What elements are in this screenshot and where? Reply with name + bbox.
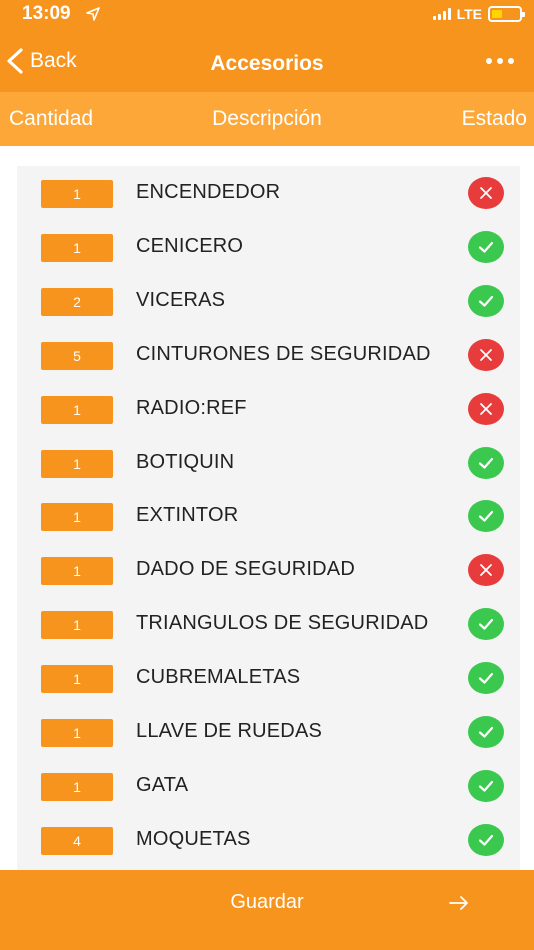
item-description: LLAVE DE RUEDAS <box>136 720 323 742</box>
close-icon <box>477 561 495 579</box>
status-toggle[interactable] <box>468 392 504 425</box>
arrow-right-icon <box>449 896 468 910</box>
quantity-badge[interactable]: 1 <box>41 503 113 532</box>
list-item[interactable]: 4 MOQUETAS <box>17 813 520 867</box>
list-item[interactable]: 1 DADO DE SEGURIDAD <box>17 543 520 597</box>
quantity-badge[interactable]: 1 <box>41 611 113 640</box>
status-toggle[interactable] <box>468 338 504 371</box>
close-icon <box>477 400 495 418</box>
item-description: VICERAS <box>136 288 226 311</box>
back-label: Back <box>30 49 77 72</box>
status-indicators: LTE <box>432 6 525 22</box>
item-description: CENICERO <box>136 234 244 257</box>
status-toggle[interactable] <box>468 823 504 856</box>
column-status: Estado <box>461 107 527 130</box>
quantity-badge[interactable]: 1 <box>41 449 113 478</box>
network-type: LTE <box>456 6 482 22</box>
item-description: CINTURONES DE SEGURIDAD <box>136 342 431 365</box>
check-icon <box>477 723 495 741</box>
quantity-badge[interactable]: 1 <box>41 557 113 586</box>
column-header: Cantidad Descripción Estado <box>0 92 534 146</box>
quantity-badge[interactable]: 1 <box>41 719 113 747</box>
status-toggle[interactable] <box>468 177 504 209</box>
status-toggle[interactable] <box>468 500 504 533</box>
list-item[interactable]: 1 LLAVE DE RUEDAS <box>17 705 520 759</box>
item-description: TRIANGULOS DE SEGURIDAD <box>136 612 429 635</box>
item-description: CUBREMALETAS <box>136 666 301 689</box>
check-icon <box>477 507 495 525</box>
list-item[interactable]: 1 TRIANGULOS DE SEGURIDAD <box>17 597 520 651</box>
list-item[interactable]: 1 EXTINTOR <box>17 489 520 543</box>
check-icon <box>477 292 495 310</box>
quantity-badge[interactable]: 1 <box>41 395 113 424</box>
list-item[interactable]: 1 RADIO:REF <box>17 382 520 436</box>
list-item[interactable]: 2 VICERAS <box>17 274 520 328</box>
quantity-badge[interactable]: 1 <box>41 180 113 208</box>
quantity-badge[interactable]: 1 <box>41 772 113 801</box>
close-icon <box>477 184 495 202</box>
more-options-button[interactable] <box>486 58 514 64</box>
more-horizontal-icon <box>486 58 492 64</box>
list-item[interactable]: 1 CUBREMALETAS <box>17 651 520 705</box>
status-toggle[interactable] <box>468 446 504 479</box>
signal-icon <box>432 8 451 20</box>
check-icon <box>477 777 495 795</box>
list-item[interactable]: 5 CINTURONES DE SEGURIDAD <box>17 328 520 382</box>
list-item[interactable]: 1 BOTIQUIN <box>17 436 520 490</box>
item-description: EXTINTOR <box>136 504 239 527</box>
check-icon <box>477 454 495 472</box>
item-description: MOQUETAS <box>136 827 251 850</box>
list-item[interactable]: 1 GATA <box>17 759 520 813</box>
status-toggle[interactable] <box>468 284 504 317</box>
list-item[interactable]: 1 CENICERO <box>17 220 520 274</box>
item-description: BOTIQUIN <box>136 450 235 473</box>
battery-icon <box>488 6 525 22</box>
quantity-badge[interactable]: 4 <box>41 826 113 855</box>
check-icon <box>477 238 495 256</box>
status-bar: 13:09 LTE <box>0 0 534 30</box>
check-icon <box>477 831 495 849</box>
chevron-left-icon <box>7 48 23 74</box>
status-toggle[interactable] <box>468 662 504 695</box>
item-description: RADIO:REF <box>136 396 247 419</box>
item-description: ENCENDEDOR <box>136 181 281 203</box>
status-toggle[interactable] <box>468 230 504 263</box>
quantity-badge[interactable]: 5 <box>41 341 113 370</box>
close-icon <box>477 346 495 364</box>
column-description: Descripción <box>212 107 322 130</box>
list-item[interactable]: 1 ENCENDEDOR <box>17 166 520 220</box>
quantity-badge[interactable]: 1 <box>41 233 113 262</box>
status-time: 13:09 <box>22 3 71 24</box>
accessories-list: 1 ENCENDEDOR 1 CENICERO 2 VICERAS 5 CINTURONES … <box>17 166 520 870</box>
status-toggle[interactable] <box>468 608 504 641</box>
quantity-badge[interactable]: 2 <box>41 287 113 316</box>
status-toggle[interactable] <box>468 769 504 802</box>
page-title: Accesorios <box>210 52 324 75</box>
navigation-bar: Back Accesorios <box>0 30 534 92</box>
check-icon <box>477 669 495 687</box>
status-toggle[interactable] <box>468 554 504 587</box>
quantity-badge[interactable]: 1 <box>41 665 113 694</box>
check-icon <box>477 615 495 633</box>
save-button[interactable]: Guardar <box>0 870 534 950</box>
item-description: DADO DE SEGURIDAD <box>136 558 355 581</box>
status-toggle[interactable] <box>468 716 504 748</box>
back-button[interactable]: Back <box>6 48 77 74</box>
item-description: GATA <box>136 773 189 796</box>
location-arrow-icon <box>86 7 100 21</box>
